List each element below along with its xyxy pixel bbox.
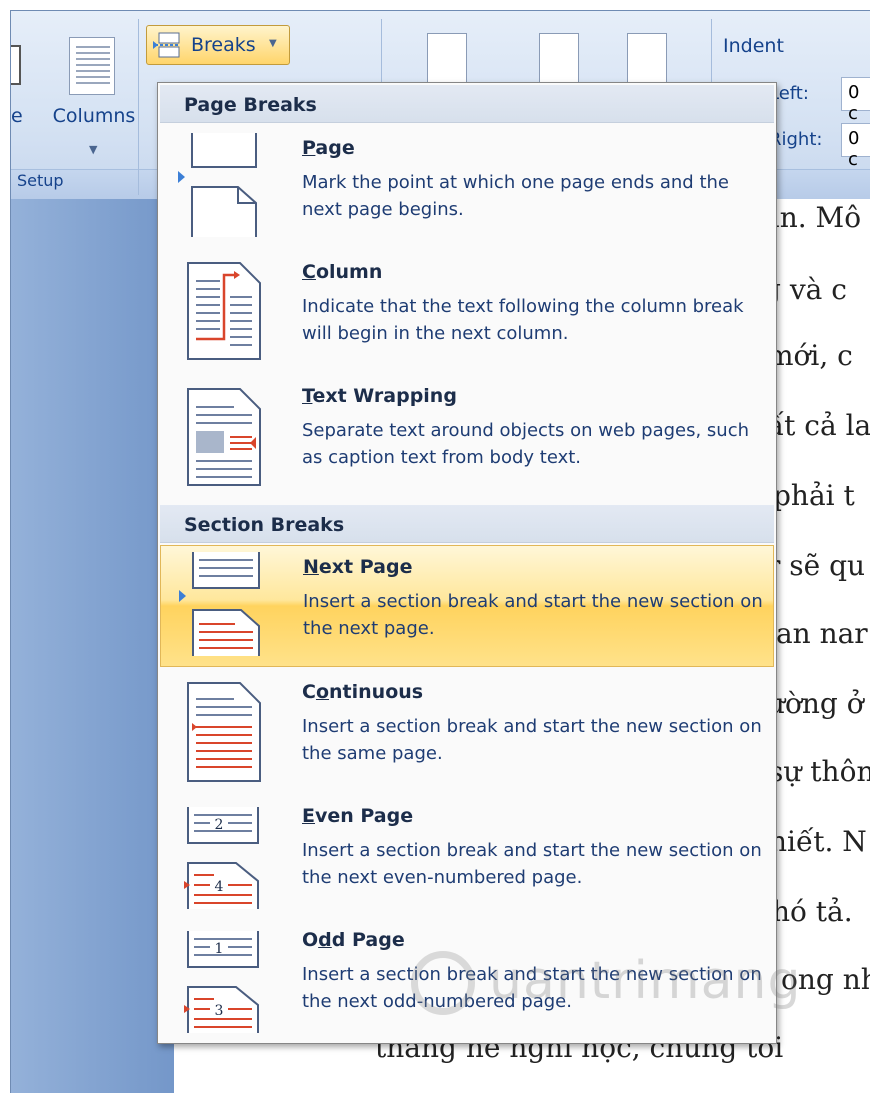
columns-label: Columns xyxy=(52,105,136,127)
document-line: ất cả la xyxy=(767,409,870,442)
chevron-down-icon: ▼ xyxy=(269,38,277,49)
indent-right-input[interactable]: 0 c xyxy=(841,123,870,170)
menu-item-next-page[interactable]: Next Page Insert a section break and sta… xyxy=(160,545,774,667)
column-break-icon xyxy=(187,262,261,360)
document-line: r sẽ qu xyxy=(767,549,866,582)
menu-item-text-wrapping[interactable]: Text Wrapping Separate text around objec… xyxy=(160,375,774,497)
menu-item-title: Page xyxy=(302,137,355,159)
svg-text:1: 1 xyxy=(215,941,224,957)
menu-item-title: Odd Page xyxy=(302,929,405,951)
breaks-icon xyxy=(153,32,180,58)
menu-item-description: Mark the point at which one page ends an… xyxy=(302,172,729,220)
page-breaks-header: Page Breaks xyxy=(160,85,774,123)
breaks-button[interactable]: Breaks ▼ xyxy=(146,25,290,65)
page-setup-group-label: Setup xyxy=(17,171,64,190)
indent-label: Indent xyxy=(723,35,784,57)
svg-text:4: 4 xyxy=(215,879,224,895)
text-wrapping-icon xyxy=(187,388,261,486)
continuous-icon xyxy=(187,682,261,782)
document-line: ong nh xyxy=(781,963,870,996)
watermark-icon[interactable] xyxy=(427,33,467,83)
menu-item-title: Text Wrapping xyxy=(302,385,457,407)
menu-item-odd-page[interactable]: 1 3 Odd Page Insert a section break and … xyxy=(160,919,774,1041)
section-breaks-header: Section Breaks xyxy=(160,505,774,543)
menu-item-even-page[interactable]: 2 4 Even Page Insert a section break and… xyxy=(160,795,774,917)
chevron-down-icon: ▼ xyxy=(89,143,98,156)
next-page-icon xyxy=(192,552,260,656)
menu-item-title: Next Page xyxy=(303,556,413,578)
columns-button[interactable]: Columns ▼ xyxy=(45,31,143,161)
page-break-icon xyxy=(191,133,257,237)
indent-left-input[interactable]: 0 c xyxy=(841,77,870,124)
svg-text:2: 2 xyxy=(215,817,224,833)
menu-item-description: Insert a section break and start the new… xyxy=(302,840,762,888)
word-window: e Columns ▼ Setup Breaks ▼ Indent Left: … xyxy=(10,10,870,1093)
document-line: ian nar xyxy=(767,617,868,650)
even-page-icon: 2 4 xyxy=(184,807,259,909)
menu-item-description: Indicate that the text following the col… xyxy=(302,296,744,344)
columns-icon xyxy=(69,37,115,95)
page-color-icon[interactable] xyxy=(539,33,579,83)
svg-text:3: 3 xyxy=(215,1003,224,1019)
page-borders-icon[interactable] xyxy=(627,33,667,83)
menu-item-description: Insert a section break and start the new… xyxy=(303,591,763,639)
document-line: phải t xyxy=(773,479,855,512)
menu-item-description: Separate text around objects on web page… xyxy=(302,420,750,468)
menu-item-title: Column xyxy=(302,261,383,283)
menu-item-description: Insert a section break and start the new… xyxy=(302,716,762,764)
breaks-dropdown-menu: Page Breaks Page Mark the point at which… xyxy=(157,82,777,1044)
menu-item-continuous[interactable]: Continuous Insert a section break and st… xyxy=(160,671,774,793)
menu-item-column[interactable]: Column Indicate that the text following … xyxy=(160,251,774,373)
menu-item-description: Insert a section break and start the new… xyxy=(302,964,762,1012)
menu-item-title: Even Page xyxy=(302,805,414,827)
breaks-label: Breaks xyxy=(191,34,256,56)
document-line: hiết. N xyxy=(769,825,867,858)
indent-right-label: Right: xyxy=(769,129,823,150)
menu-item-page[interactable]: Page Mark the point at which one page en… xyxy=(160,127,774,249)
group-separator xyxy=(138,19,139,195)
document-line: sự thôn xyxy=(769,755,870,788)
left-margin-area xyxy=(11,199,174,1093)
document-line: ường ở xyxy=(767,687,864,720)
document-line: mới, c xyxy=(767,339,853,372)
document-line: an. Mô xyxy=(763,201,862,234)
menu-item-title: Continuous xyxy=(302,681,424,703)
odd-page-icon: 1 3 xyxy=(184,931,259,1033)
partial-ribbon-icon[interactable] xyxy=(11,45,21,85)
partial-ribbon-label: e xyxy=(11,105,23,127)
